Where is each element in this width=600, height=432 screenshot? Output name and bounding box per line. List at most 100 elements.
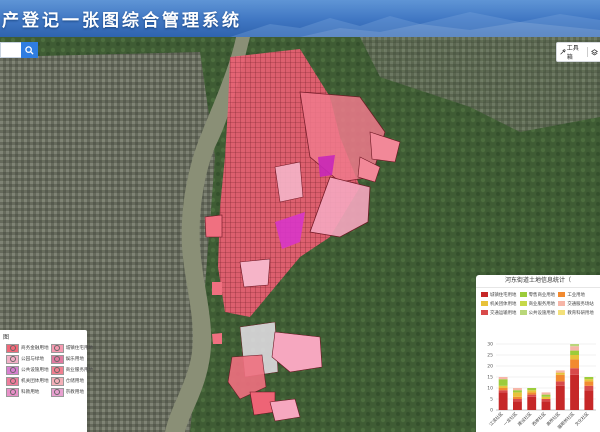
stats-legend-label: 教育科研用地: [567, 310, 594, 316]
stats-legend-item[interactable]: 交通服务场站: [558, 300, 597, 307]
stats-legend-swatch: [519, 310, 527, 315]
stats-legend-swatch: [558, 301, 566, 306]
stats-legend: 城镇住宅用地 零售商业用地 工业用地机关团体用地 商业服务用地 交通服务场站交通运输用地…: [476, 288, 600, 316]
search-button[interactable]: [21, 42, 38, 58]
bar-segment: [555, 370, 565, 373]
legend-title: 图: [3, 334, 10, 341]
bar-segment: [498, 390, 508, 393]
bar-segment: [584, 379, 594, 382]
legend-swatch: [6, 343, 19, 353]
legend-label: 公园与绿地: [21, 357, 44, 362]
bar-segment: [555, 385, 565, 410]
bar-segment: [541, 394, 551, 397]
stats-legend-swatch: [481, 301, 488, 306]
bar-segment: [513, 392, 522, 397]
legend-marker-icon: [54, 356, 61, 362]
legend-label: 科教用地: [21, 390, 40, 395]
search-box: [0, 42, 38, 58]
stats-legend-label: 商业服务用地: [528, 301, 556, 307]
bar-segment: [541, 399, 551, 402]
legend-label: 商务金融用地: [21, 346, 49, 351]
stats-title: 河东街道土地信息统计（: [476, 275, 600, 288]
legend-swatch: [50, 343, 64, 353]
layers-button[interactable]: [588, 43, 600, 61]
toolbox-button[interactable]: 工具箱: [557, 43, 587, 61]
stats-legend-item[interactable]: 机关团体用地: [481, 300, 520, 307]
toolbox-label: 工具箱: [566, 45, 579, 61]
y-tick-label: 5: [490, 397, 493, 403]
legend-item: 机关团体用地: [6, 376, 49, 386]
legend-panel: 图 商务金融用地 城镇住宅用地 公园与绿地 娱乐用地 公共设施用地 商业服务用地 机关团体用…: [0, 330, 93, 432]
legend-marker-icon: [54, 378, 61, 384]
bar-segment: [513, 399, 522, 402]
bar-segment: [527, 388, 537, 391]
legend-item: 宗教用地: [50, 387, 94, 397]
y-tick-label: 0: [490, 408, 493, 414]
bar-segment: [513, 401, 522, 410]
bar-segment: [570, 350, 579, 355]
bar-segment: [527, 392, 537, 395]
legend-item: 娱乐用地: [50, 354, 94, 364]
map-toolbar: 工具箱: [556, 42, 600, 62]
stats-legend-label: 城镇住宅用地: [490, 292, 517, 298]
legend-item: 商业服务用地: [50, 365, 93, 375]
y-tick-label: 10: [487, 386, 493, 392]
bar-segment: [584, 390, 594, 410]
legend-label: 机关团体用地: [21, 379, 49, 384]
stats-legend-swatch: [519, 301, 527, 306]
bar-segment: [584, 381, 594, 386]
stats-legend-item[interactable]: 教育科研用地: [558, 309, 597, 316]
bar-segment: [570, 359, 579, 369]
x-tick-label: 建设社区: [516, 410, 534, 428]
legend-item: 公共设施用地: [6, 365, 49, 375]
bar-segment: [527, 396, 537, 410]
bar-segment: [513, 390, 522, 393]
legend-label: 仓储用地: [65, 379, 84, 384]
legend-swatch: [6, 376, 19, 386]
y-tick-label: 20: [487, 364, 493, 370]
legend-swatch: [6, 365, 19, 375]
stats-legend-item[interactable]: 零售商业用地: [519, 291, 559, 298]
stats-legend-label: 交通服务场站: [567, 301, 594, 307]
stats-legend-label: 公共设施用地: [528, 310, 556, 316]
search-icon: [25, 45, 34, 55]
legend-item: 商务金融用地: [6, 343, 49, 353]
bar-segment: [527, 394, 537, 397]
stats-bar-chart: 051015202530江滨社区一龙社区建设社区西岸社区高桥社区猫眼桥社区文化社…: [487, 342, 596, 431]
tools-icon: [560, 49, 566, 55]
legend-item: 科教用地: [6, 387, 49, 397]
legend-marker-icon: [9, 378, 16, 384]
bar-segment: [555, 372, 565, 375]
legend-swatch: [50, 376, 64, 386]
bar-segment: [555, 381, 565, 386]
stats-legend-item[interactable]: 公共设施用地: [519, 309, 559, 316]
bar-segment: [570, 344, 579, 347]
y-tick-label: 15: [487, 375, 493, 381]
stats-legend-swatch: [558, 292, 566, 297]
stats-legend-item[interactable]: 工业用地: [558, 291, 597, 298]
bar-segment: [570, 355, 579, 360]
legend-item: 仓储用地: [50, 376, 94, 386]
legend-label: 公共设施用地: [21, 368, 49, 373]
bar-segment: [513, 388, 522, 391]
legend-marker-icon: [9, 367, 16, 373]
stats-legend-item[interactable]: 商业服务用地: [519, 300, 559, 307]
bar-segment: [541, 392, 551, 395]
search-input[interactable]: [0, 42, 21, 58]
legend-marker-icon: [9, 389, 16, 395]
layers-icon: [591, 48, 598, 55]
stats-legend-item[interactable]: 城镇住宅用地: [481, 291, 520, 298]
legend-marker-icon: [54, 389, 61, 395]
stats-legend-label: 交通运输用地: [490, 310, 517, 316]
legend-grid: 商务金融用地 城镇住宅用地 公园与绿地 娱乐用地 公共设施用地 商业服务用地 机关团体用地 仓…: [0, 342, 93, 397]
stats-legend-item[interactable]: 交通运输用地: [481, 309, 520, 316]
legend-marker-icon: [9, 356, 16, 362]
stats-legend-swatch: [519, 292, 527, 297]
stats-panel: 河东街道土地信息统计（ 城镇住宅用地 零售商业用地 工业用地机关团体用地 商业服务用地…: [476, 275, 600, 432]
x-tick-label: 西岸社区: [530, 410, 548, 428]
bar-segment: [498, 379, 508, 386]
bar-segment: [584, 385, 594, 391]
bar-segment: [570, 374, 579, 410]
legend-swatch: [50, 354, 64, 364]
stats-legend-label: 工业用地: [567, 292, 585, 298]
